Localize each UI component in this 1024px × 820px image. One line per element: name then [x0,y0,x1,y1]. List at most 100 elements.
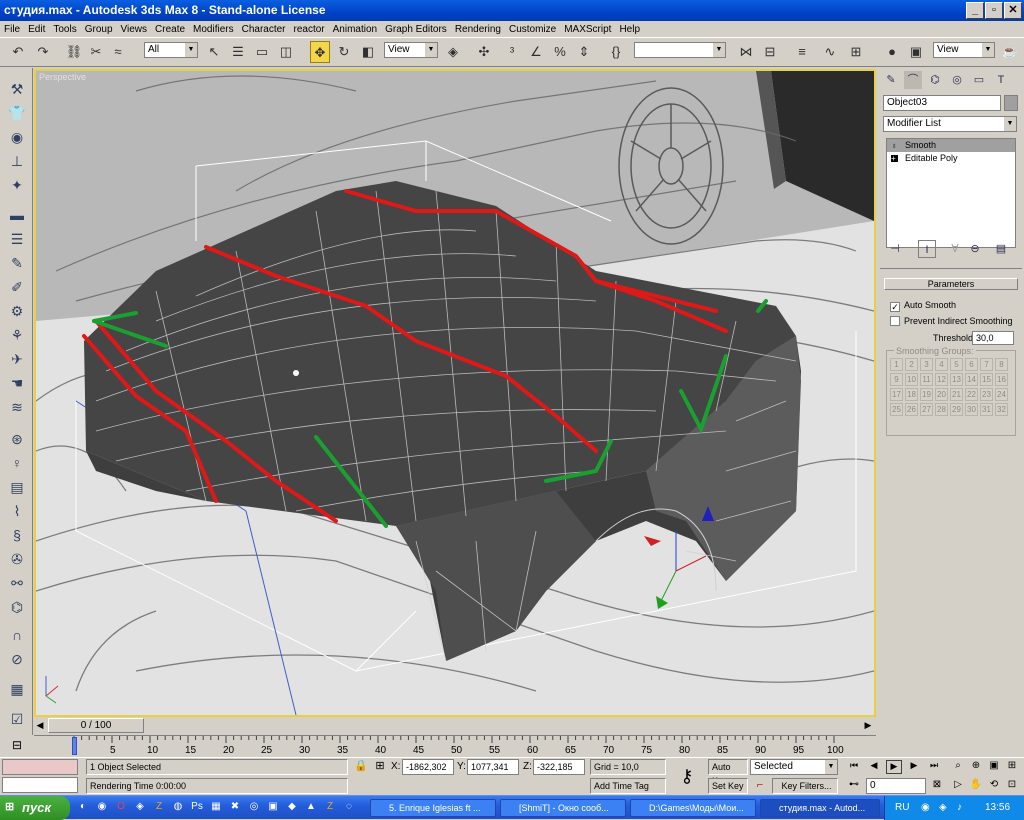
photoshop-icon[interactable]: Ps [190,800,204,814]
smoothing-group-button[interactable]: 10 [905,373,918,386]
quicklaunch-icon[interactable]: ◐ [76,800,90,814]
quicklaunch-icon[interactable]: Z [323,800,337,814]
select-object-icon[interactable]: ↖ [204,41,224,63]
smoothing-group-button[interactable]: 26 [905,403,918,416]
quick-render-icon[interactable]: ☕ [1000,41,1020,63]
smoothing-group-button[interactable]: 32 [995,403,1008,416]
undo-icon[interactable]: ↶ [8,41,28,63]
angle-snap-icon[interactable]: ∠ [526,41,546,63]
wind-icon[interactable]: ✇ [6,548,28,570]
smoothing-group-button[interactable]: 12 [935,373,948,386]
taskbar-item[interactable]: [ShmiT] - Окно сооб... [500,799,626,817]
plane-icon[interactable]: ⊘ [6,648,28,670]
schematic-view-icon[interactable]: ⊞ [846,41,866,63]
trackbar-toggle[interactable]: ⊟ [0,735,34,757]
bulb-icon[interactable]: ♁ [891,142,898,150]
next-frame-arrow-icon[interactable]: ▶ [862,718,874,733]
smoothing-group-button[interactable]: 28 [935,403,948,416]
wave-icon[interactable]: ≋ [6,396,28,418]
smoothing-group-button[interactable]: 21 [950,388,963,401]
select-move-icon[interactable]: ✥ [310,41,330,63]
menu-views[interactable]: Views [117,22,152,38]
material-editor-icon[interactable]: ● [882,41,902,63]
smoothing-group-button[interactable]: 6 [965,358,978,371]
hierarchy-tab-icon[interactable]: ⌬ [926,71,944,89]
quicklaunch-icon[interactable]: ✖ [228,800,242,814]
stack-item-smooth[interactable]: ♁ Smooth [887,139,1015,152]
smoothing-group-button[interactable]: 17 [890,388,903,401]
gear-icon[interactable]: ⚙ [6,300,28,322]
quicklaunch-icon[interactable]: Z [152,800,166,814]
menu-help[interactable]: Help [615,22,644,38]
language-indicator[interactable]: RU [895,796,909,820]
smoothing-group-button[interactable]: 25 [890,403,903,416]
smoothing-group-button[interactable]: 15 [980,373,993,386]
cylinder-icon[interactable]: ☰ [6,228,28,250]
brush-icon[interactable]: ✐ [6,276,28,298]
current-frame-field[interactable]: 0 [866,778,926,794]
percent-snap-icon[interactable]: % [550,41,570,63]
smoothing-group-button[interactable]: 29 [950,403,963,416]
remove-modifier-icon[interactable]: ⊖ [966,240,984,258]
quicklaunch-icon[interactable]: ▣ [266,800,280,814]
select-rotate-icon[interactable]: ↻ [334,41,354,63]
quicklaunch-icon[interactable]: ◈ [133,800,147,814]
lock-icon[interactable]: 🔒 [354,759,368,775]
reference-coord-dropdown[interactable]: View ▼ [384,42,438,58]
close-button[interactable]: ✕ [1004,2,1022,19]
menu-group[interactable]: Group [81,22,117,38]
smoothing-group-button[interactable]: 23 [980,388,993,401]
make-unique-icon[interactable]: ∀ [946,240,964,258]
render-scene-icon[interactable]: ▣ [906,41,926,63]
tools-icon[interactable]: ⚘ [6,324,28,346]
rope-icon[interactable]: ⌇ [6,500,28,522]
stack-item-editable-poly[interactable]: + Editable Poly [887,152,1015,165]
selection-filter-dropdown[interactable]: All ▼ [144,42,198,58]
show-end-result-icon[interactable]: I [918,240,936,258]
goto-start-icon[interactable]: ⏮ [846,760,862,774]
link-icon[interactable]: ⛓ [64,41,84,63]
configure-sets-icon[interactable]: ▤ [992,240,1010,258]
create-tab-icon[interactable]: ✎ [882,71,900,89]
goto-end-icon[interactable]: ⏭ [926,760,942,774]
key-icon[interactable]: ⚷ [672,762,702,790]
key-tangent-icon[interactable]: ⌐ [752,779,768,793]
rect-selection-icon[interactable]: ▭ [252,41,272,63]
smoothing-group-button[interactable]: 11 [920,373,933,386]
spring-icon[interactable]: § [6,524,28,546]
add-time-tag-button[interactable]: Add Time Tag [590,778,666,794]
bind-spacewarp-icon[interactable]: ≈ [108,41,128,63]
hand-icon[interactable]: ☚ [6,372,28,394]
fov-icon[interactable]: ▷ [950,779,966,793]
figure-icon[interactable]: ♀ [6,452,28,474]
smoothing-group-button[interactable]: 22 [965,388,978,401]
prevent-indirect-checkbox[interactable]: Prevent Indirect Smoothing [890,316,1013,327]
minimize-button[interactable]: _ [966,2,984,19]
auto-key-button[interactable]: Auto Key [708,759,748,786]
maximize-button[interactable]: ▫ [985,2,1003,19]
smoothing-group-button[interactable]: 18 [905,388,918,401]
perspective-viewport[interactable]: Perspective [34,69,876,717]
object-name-field[interactable]: Object03 [883,95,1001,111]
create-tool-icon[interactable]: ⚒ [6,78,28,100]
select-scale-icon[interactable]: ◧ [358,41,378,63]
z-coordinate-field[interactable]: -322,185 [533,759,585,775]
smoothing-group-button[interactable]: 3 [920,358,933,371]
check-icon[interactable]: ☑ [6,708,28,730]
lamp-icon[interactable]: ⊥ [6,150,28,172]
track-bar[interactable]: 5 10 15 20 25 30 35 40 45 50 55 60 65 70… [34,735,876,757]
taskbar-item[interactable]: 5. Enrique Iglesias ft ... [370,799,496,817]
window-icon[interactable]: ▦ [6,678,28,700]
align-icon[interactable]: ⊟ [760,41,780,63]
smoothing-group-button[interactable]: 27 [920,403,933,416]
smoothing-group-button[interactable]: 4 [935,358,948,371]
menu-customize[interactable]: Customize [505,22,560,38]
smoothing-group-button[interactable]: 13 [950,373,963,386]
plus-icon[interactable]: + [891,155,898,163]
window-crossing-icon[interactable]: ◫ [276,41,296,63]
start-button[interactable]: ⊞ пуск [0,796,70,820]
quicklaunch-icon[interactable]: ◎ [247,800,261,814]
next-frame-icon[interactable]: ▶ [906,760,922,774]
modifier-list-dropdown[interactable]: Modifier List ▼ [883,116,1017,132]
smoothing-group-button[interactable]: 1 [890,358,903,371]
